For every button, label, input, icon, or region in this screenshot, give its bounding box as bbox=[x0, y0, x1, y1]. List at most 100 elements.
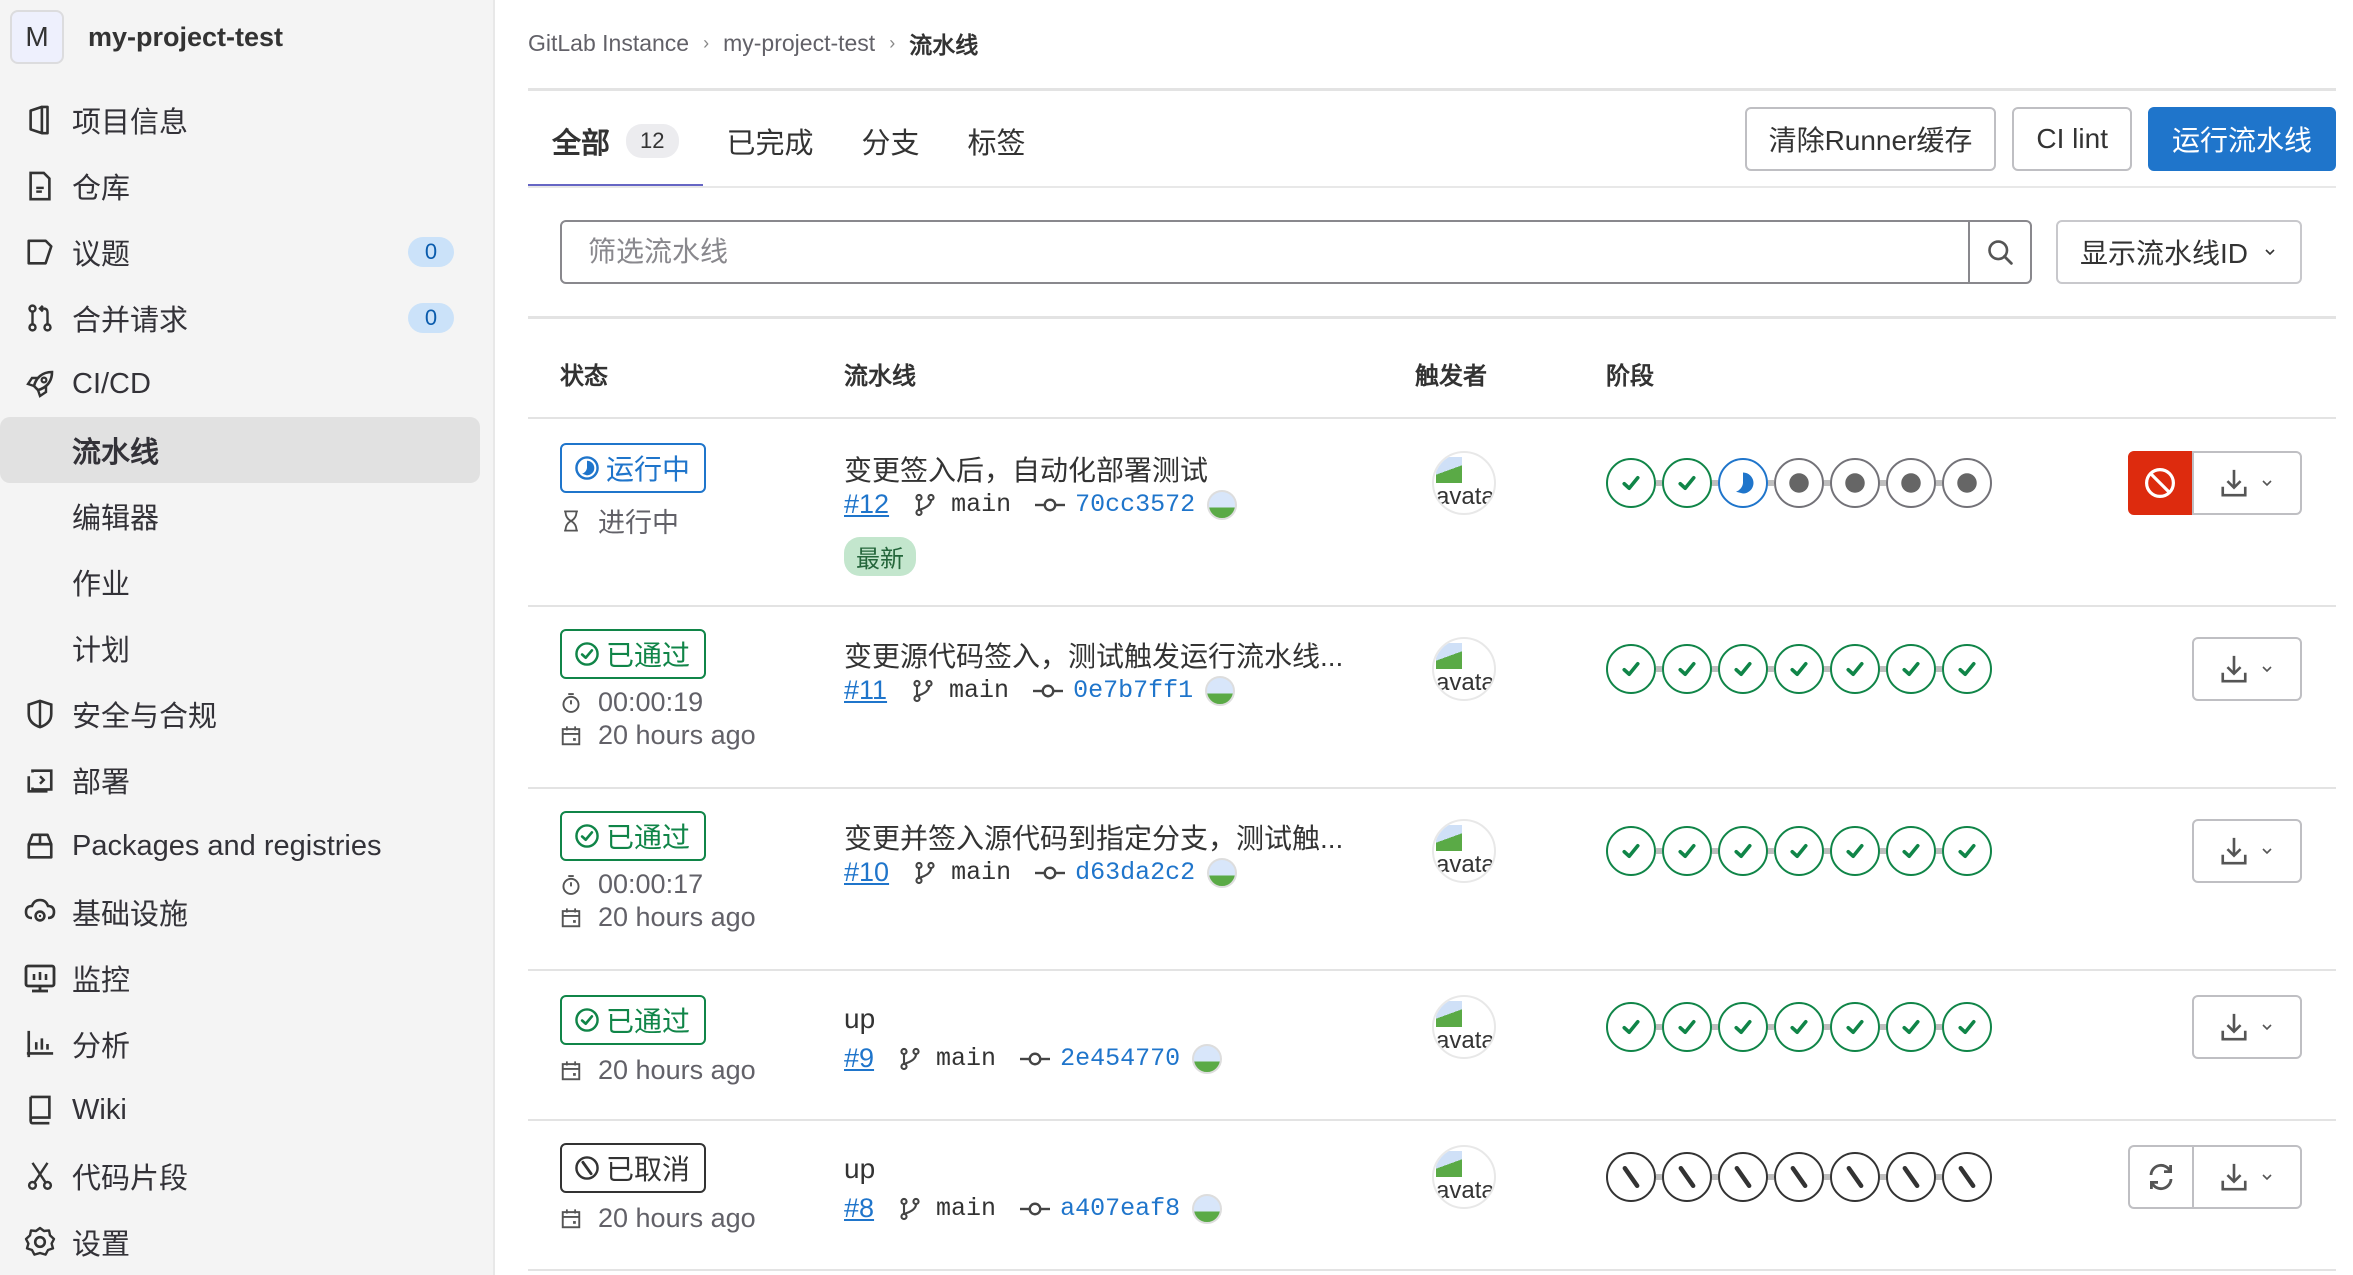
download-artifacts-dropdown[interactable] bbox=[2192, 819, 2302, 883]
sidebar-item-13[interactable]: 监控 bbox=[0, 945, 480, 1011]
stage-success-icon[interactable] bbox=[1886, 826, 1936, 876]
pipeline-id-link[interactable]: #11 bbox=[844, 675, 887, 706]
tab-branches[interactable]: 分支 bbox=[838, 94, 944, 188]
project-header[interactable]: M my-project-test bbox=[10, 10, 283, 64]
stage-canceled-icon[interactable] bbox=[1774, 1152, 1824, 1202]
stage-success-icon[interactable] bbox=[1662, 826, 1712, 876]
stage-success-icon[interactable] bbox=[1830, 644, 1880, 694]
sidebar-item-0[interactable]: 项目信息 bbox=[0, 87, 480, 153]
display-id-dropdown[interactable]: 显示流水线ID bbox=[2056, 220, 2302, 284]
sidebar-item-12[interactable]: 基础设施 bbox=[0, 879, 480, 945]
triggerer-avatar[interactable]: avatar bbox=[1432, 451, 1496, 515]
pipeline-id-link[interactable]: #10 bbox=[844, 857, 889, 888]
stage-success-icon[interactable] bbox=[1774, 644, 1824, 694]
tab-finished[interactable]: 已完成 bbox=[703, 94, 838, 188]
commit-sha-link[interactable]: 70cc3572 bbox=[1075, 490, 1195, 519]
sidebar-item-15[interactable]: Wiki bbox=[0, 1077, 480, 1143]
stage-success-icon[interactable] bbox=[1718, 826, 1768, 876]
pipeline-id-link[interactable]: #12 bbox=[844, 489, 889, 520]
run-pipeline-button[interactable]: 运行流水线 bbox=[2147, 107, 2336, 171]
tab-all[interactable]: 全部 12 bbox=[528, 94, 703, 188]
pipeline-commit-title[interactable]: 变更签入后，自动化部署测试 bbox=[844, 449, 1208, 489]
branch-link[interactable]: main bbox=[951, 858, 1011, 887]
stage-success-icon[interactable] bbox=[1718, 644, 1768, 694]
retry-pipeline-button[interactable] bbox=[2128, 1145, 2192, 1209]
download-artifacts-dropdown[interactable] bbox=[2192, 637, 2302, 701]
pipeline-commit-title[interactable]: 变更并签入源代码到指定分支，测试触... bbox=[844, 817, 1343, 857]
stage-canceled-icon[interactable] bbox=[1662, 1152, 1712, 1202]
sidebar-item-16[interactable]: 代码片段 bbox=[0, 1143, 480, 1209]
stage-success-icon[interactable] bbox=[1942, 644, 1992, 694]
filter-pipelines-input[interactable] bbox=[562, 222, 1968, 282]
sidebar-item-5[interactable]: 流水线 bbox=[0, 417, 480, 483]
sidebar-item-10[interactable]: 部署 bbox=[0, 747, 480, 813]
status-badge[interactable]: 已取消 bbox=[560, 1143, 707, 1193]
sidebar-item-6[interactable]: 编辑器 bbox=[0, 483, 480, 549]
status-badge[interactable]: 已通过 bbox=[560, 629, 707, 679]
commit-sha-link[interactable]: d63da2c2 bbox=[1075, 858, 1195, 887]
stage-success-icon[interactable] bbox=[1662, 458, 1712, 508]
stage-success-icon[interactable] bbox=[1606, 458, 1656, 508]
commit-author-avatar[interactable] bbox=[1207, 489, 1238, 520]
commit-author-avatar[interactable] bbox=[1192, 1043, 1223, 1074]
commit-author-avatar[interactable] bbox=[1205, 675, 1236, 706]
commit-sha-link[interactable]: a407eaf8 bbox=[1060, 1194, 1180, 1223]
pipeline-commit-title[interactable]: up bbox=[844, 1153, 875, 1185]
breadcrumb-item-project[interactable]: my-project-test bbox=[723, 30, 875, 57]
sidebar-item-2[interactable]: 议题 0 bbox=[0, 219, 480, 285]
sidebar-item-1[interactable]: 仓库 bbox=[0, 153, 480, 219]
commit-author-avatar[interactable] bbox=[1192, 1193, 1223, 1224]
branch-link[interactable]: main bbox=[936, 1194, 996, 1223]
stage-canceled-icon[interactable] bbox=[1718, 1152, 1768, 1202]
status-badge[interactable]: 已通过 bbox=[560, 995, 707, 1045]
stage-success-icon[interactable] bbox=[1886, 644, 1936, 694]
sidebar-item-14[interactable]: 分析 bbox=[0, 1011, 480, 1077]
status-badge[interactable]: 已通过 bbox=[560, 811, 707, 861]
stage-canceled-icon[interactable] bbox=[1886, 1152, 1936, 1202]
stage-success-icon[interactable] bbox=[1662, 644, 1712, 694]
stage-success-icon[interactable] bbox=[1774, 1002, 1824, 1052]
sidebar-item-17[interactable]: 设置 bbox=[0, 1209, 480, 1275]
stage-running-icon[interactable] bbox=[1718, 458, 1768, 508]
download-artifacts-dropdown[interactable] bbox=[2192, 995, 2302, 1059]
search-button[interactable] bbox=[1968, 222, 2030, 282]
breadcrumb-item-instance[interactable]: GitLab Instance bbox=[528, 30, 689, 57]
stage-success-icon[interactable] bbox=[1606, 1002, 1656, 1052]
triggerer-avatar[interactable]: avatar bbox=[1432, 995, 1496, 1059]
stage-success-icon[interactable] bbox=[1606, 644, 1656, 694]
clear-runner-cache-button[interactable]: 清除Runner缓存 bbox=[1744, 107, 1997, 171]
cancel-pipeline-button[interactable] bbox=[2128, 451, 2192, 515]
stage-success-icon[interactable] bbox=[1774, 826, 1824, 876]
stage-success-icon[interactable] bbox=[1606, 826, 1656, 876]
commit-sha-link[interactable]: 0e7b7ff1 bbox=[1073, 676, 1193, 705]
stage-created-icon[interactable] bbox=[1830, 458, 1880, 508]
stage-success-icon[interactable] bbox=[1830, 1002, 1880, 1052]
stage-success-icon[interactable] bbox=[1662, 1002, 1712, 1052]
stage-created-icon[interactable] bbox=[1886, 458, 1936, 508]
stage-success-icon[interactable] bbox=[1886, 1002, 1936, 1052]
stage-success-icon[interactable] bbox=[1718, 1002, 1768, 1052]
ci-lint-button[interactable]: CI lint bbox=[2012, 107, 2132, 171]
commit-author-avatar[interactable] bbox=[1207, 857, 1238, 888]
pipeline-id-link[interactable]: #8 bbox=[844, 1193, 874, 1224]
pipeline-commit-title[interactable]: 变更源代码签入，测试触发运行流水线... bbox=[844, 635, 1343, 675]
sidebar-item-7[interactable]: 作业 bbox=[0, 549, 480, 615]
sidebar-item-11[interactable]: Packages and registries bbox=[0, 813, 480, 879]
stage-success-icon[interactable] bbox=[1830, 826, 1880, 876]
pipeline-id-link[interactable]: #9 bbox=[844, 1043, 874, 1074]
triggerer-avatar[interactable]: avatar bbox=[1432, 637, 1496, 701]
download-artifacts-dropdown[interactable] bbox=[2192, 451, 2302, 515]
stage-success-icon[interactable] bbox=[1942, 1002, 1992, 1052]
commit-sha-link[interactable]: 2e454770 bbox=[1060, 1044, 1180, 1073]
sidebar-item-8[interactable]: 计划 bbox=[0, 615, 480, 681]
branch-link[interactable]: main bbox=[951, 490, 1011, 519]
sidebar-item-3[interactable]: 合并请求 0 bbox=[0, 285, 480, 351]
stage-canceled-icon[interactable] bbox=[1942, 1152, 1992, 1202]
stage-canceled-icon[interactable] bbox=[1606, 1152, 1656, 1202]
stage-created-icon[interactable] bbox=[1774, 458, 1824, 508]
download-artifacts-dropdown[interactable] bbox=[2192, 1145, 2302, 1209]
sidebar-item-4[interactable]: CI/CD bbox=[0, 351, 480, 417]
sidebar-item-9[interactable]: 安全与合规 bbox=[0, 681, 480, 747]
triggerer-avatar[interactable]: avatar bbox=[1432, 819, 1496, 883]
branch-link[interactable]: main bbox=[936, 1044, 996, 1073]
